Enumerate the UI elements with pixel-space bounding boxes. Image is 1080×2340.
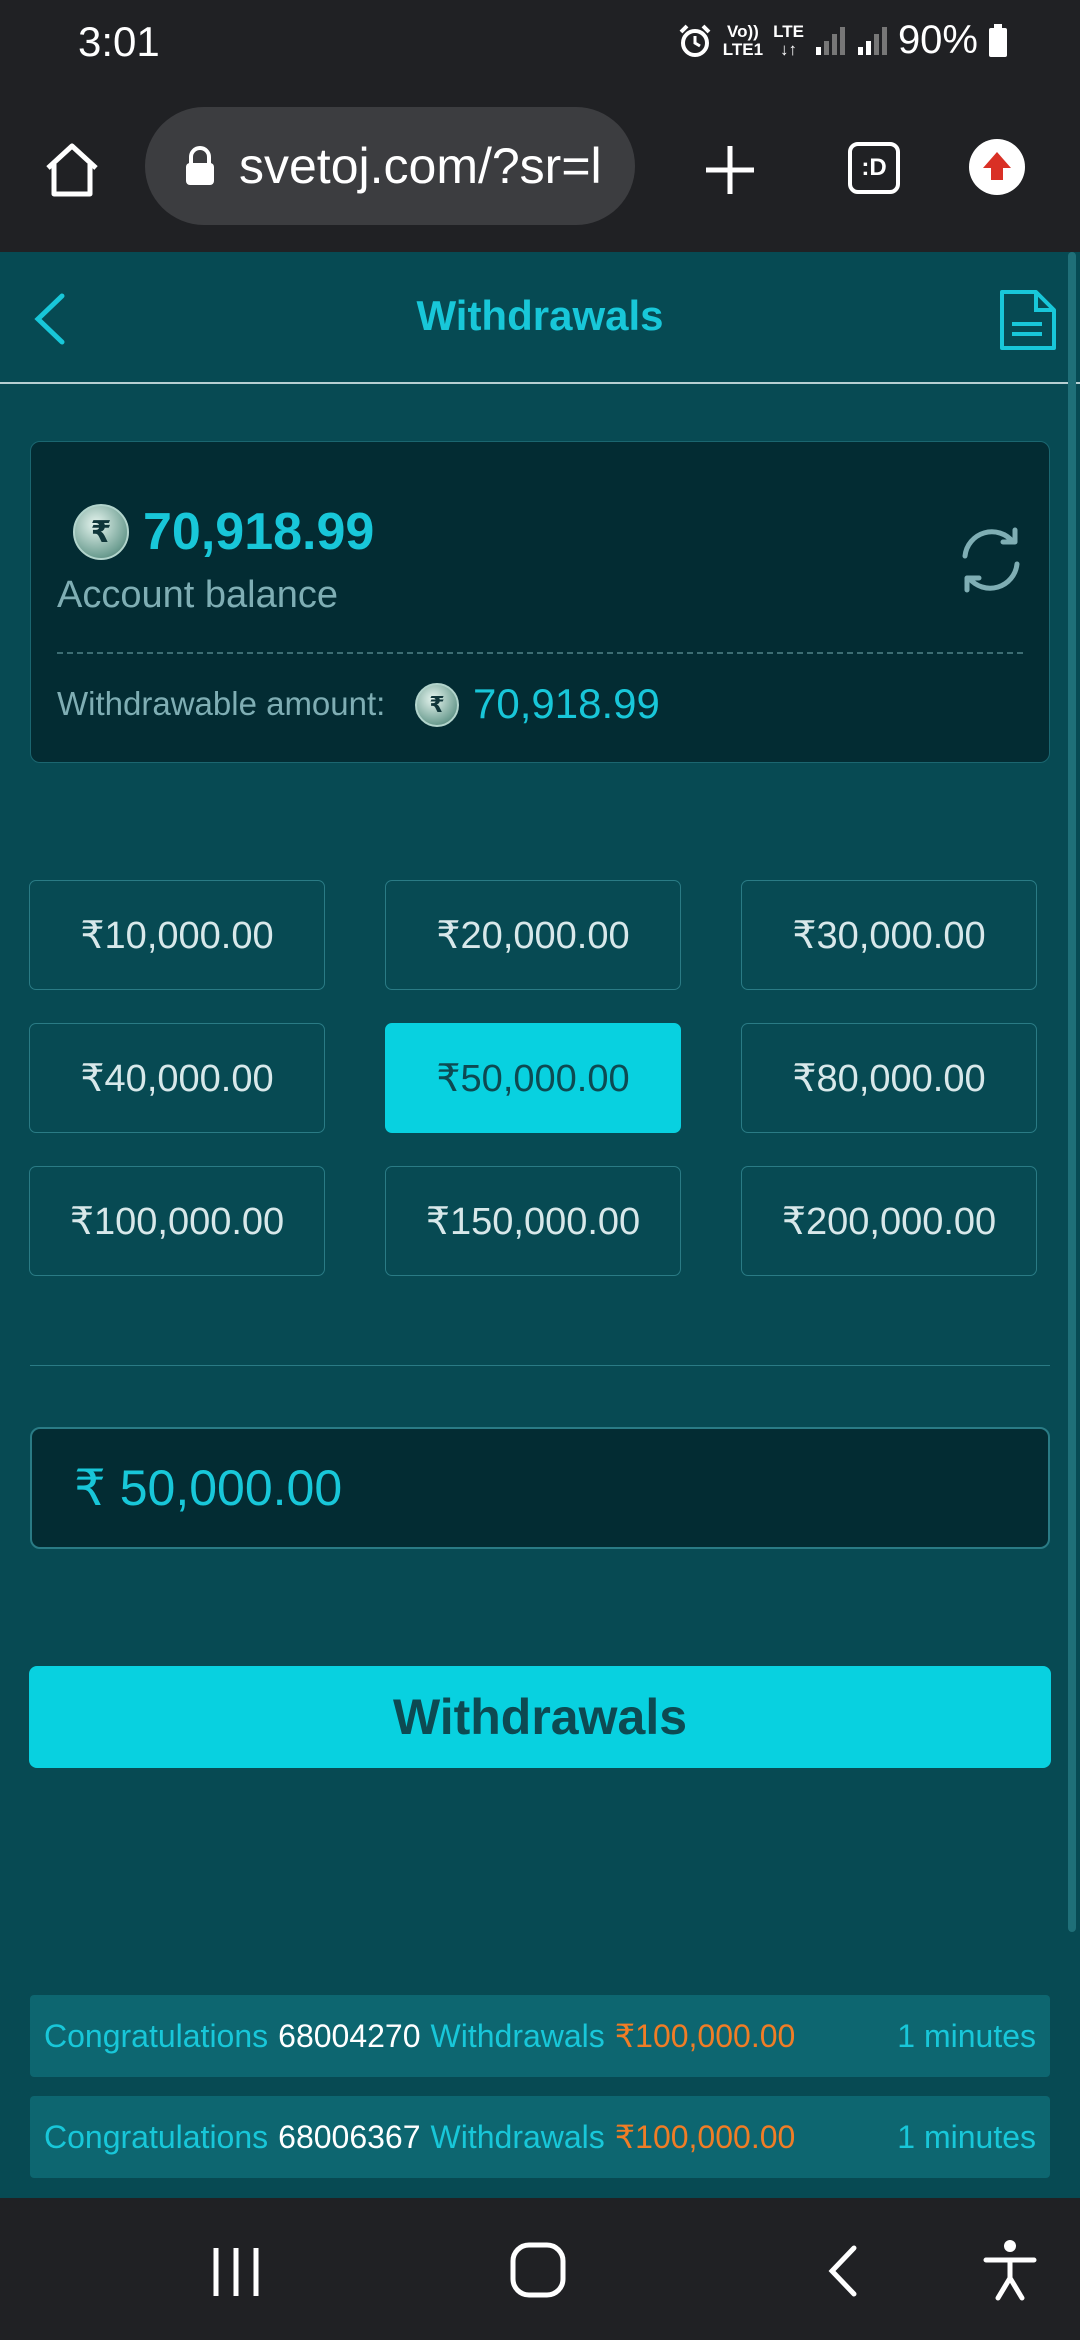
amount-option[interactable]: ₹200,000.00 [741, 1166, 1037, 1276]
section-divider [30, 1365, 1050, 1366]
ticker-row: Congratulations 68006367 Withdrawals ₹10… [30, 2096, 1050, 2178]
amount-option[interactable]: ₹100,000.00 [29, 1166, 325, 1276]
battery-percent: 90% [897, 18, 978, 62]
status-time: 3:01 [78, 18, 160, 65]
rupee-coin-icon: ₹ [73, 504, 129, 560]
address-bar[interactable]: svetoj.com/?sr=l [145, 107, 635, 225]
update-icon[interactable] [968, 138, 1026, 196]
account-balance-label: Account balance [57, 574, 338, 616]
amount-option[interactable]: ₹20,000.00 [385, 880, 681, 990]
battery-icon [989, 23, 1007, 57]
amount-option[interactable]: ₹80,000.00 [741, 1023, 1037, 1133]
recent-apps-icon[interactable] [208, 2244, 264, 2300]
amount-option[interactable]: ₹150,000.00 [385, 1166, 681, 1276]
balance-card: ₹ 70,918.99 Account balance Withdrawable… [30, 441, 1050, 763]
alarm-icon [679, 24, 711, 57]
status-icons: Vo)) LTE1 LTE ↓↑ 90% [677, 18, 1008, 63]
account-balance-value: 70,918.99 [143, 503, 375, 561]
volte-indicator: Vo)) LTE1 [722, 21, 764, 59]
signal-icon [815, 26, 845, 55]
withdraw-amount-value: ₹ 50,000.00 [74, 1460, 343, 1516]
lock-icon [186, 146, 214, 185]
withdraw-amount-input[interactable]: ₹ 50,000.00 [30, 1427, 1050, 1549]
signal-icon-2 [857, 26, 887, 55]
lte-indicator: LTE ↓↑ [773, 21, 804, 59]
system-nav-bar [0, 2198, 1080, 2340]
tabs-label: :D [861, 154, 887, 181]
withdraw-button-label: Withdrawals [392, 1689, 688, 1745]
withdrawable-label: Withdrawable amount: [57, 685, 386, 722]
withdrawal-ticker: Congratulations 68004270 Withdrawals ₹10… [30, 1938, 1050, 2198]
page-header: Withdrawals [0, 252, 1080, 384]
amount-option-selected[interactable]: ₹50,000.00 [385, 1023, 681, 1133]
accessibility-icon[interactable] [980, 2238, 1040, 2302]
card-divider [57, 652, 1023, 654]
withdraw-button[interactable]: Withdrawals [29, 1666, 1051, 1768]
amount-option[interactable]: ₹30,000.00 [741, 880, 1037, 990]
refresh-icon[interactable] [951, 520, 1031, 600]
home-nav-icon[interactable] [508, 2240, 568, 2300]
browser-toolbar: svetoj.com/?sr=l :D [0, 96, 1080, 252]
ticker-row: Congratulations 68004270 Withdrawals ₹10… [30, 1995, 1050, 2077]
records-icon[interactable] [998, 288, 1058, 352]
new-tab-icon[interactable] [702, 142, 758, 198]
scrollbar[interactable] [1068, 252, 1076, 1932]
rupee-coin-icon-small: ₹ [415, 683, 459, 727]
url-text: svetoj.com/?sr=l [239, 138, 602, 194]
tabs-button[interactable]: :D [848, 142, 900, 194]
withdrawable-value: 70,918.99 [473, 680, 660, 727]
page-title: Withdrawals [416, 292, 664, 339]
back-nav-icon[interactable] [820, 2242, 864, 2300]
amount-option[interactable]: ₹10,000.00 [29, 880, 325, 990]
home-icon[interactable] [40, 138, 104, 202]
status-bar: 3:01 Vo)) LTE1 LTE ↓↑ 90% [0, 0, 1080, 96]
amount-option[interactable]: ₹40,000.00 [29, 1023, 325, 1133]
